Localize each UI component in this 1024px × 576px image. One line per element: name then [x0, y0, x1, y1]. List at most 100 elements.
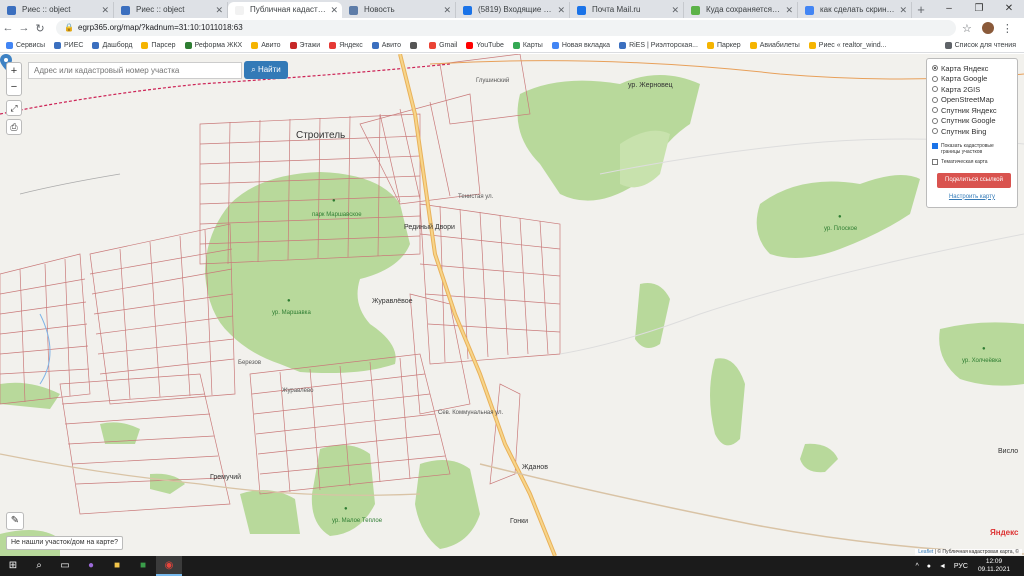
browser-tab[interactable]: Риес :: object ✕	[0, 2, 114, 18]
bookmark-item[interactable]: РИЕС	[54, 41, 83, 49]
minimize-icon[interactable]: –	[934, 0, 964, 18]
tab-close-icon[interactable]: ✕	[899, 2, 907, 18]
tab-close-icon[interactable]: ✕	[443, 2, 451, 18]
zoom-in-button[interactable]: +	[7, 63, 21, 79]
browser-tab[interactable]: Риес :: object ✕	[114, 2, 228, 18]
clock[interactable]: 12:09 09.11.2021	[978, 558, 1010, 574]
reload-icon[interactable]: ↻	[32, 22, 48, 35]
thematic-checkbox[interactable]	[932, 158, 938, 165]
chrome-icon[interactable]: ◉	[156, 556, 182, 576]
bookmark-item[interactable]: Сервисы	[6, 41, 45, 49]
app-icon-purple[interactable]: ●	[78, 556, 104, 576]
bookmark-item[interactable]: Авито	[251, 41, 281, 49]
bookmark-item[interactable]: Новая вкладка	[551, 41, 610, 49]
layer-option[interactable]: Карта 2GIS	[932, 84, 1012, 95]
layer-option-label: Спутник Яндекс	[941, 105, 997, 115]
share-link-button[interactable]: Поделиться ссылкой	[937, 172, 1011, 188]
windows-start-icon[interactable]: ⊞	[0, 556, 26, 576]
layer-radio[interactable]	[932, 65, 938, 72]
bookmark-item[interactable]: Парсер	[141, 41, 176, 49]
print-icon[interactable]: ⎙	[6, 119, 22, 135]
layer-option[interactable]: Спутник Google	[932, 116, 1012, 127]
map-label-sevkom: Сев. Коммунальная ул.	[438, 410, 504, 416]
tray-arrow-icon[interactable]: ^	[915, 563, 918, 570]
bookmark-item[interactable]: Паркер	[706, 41, 741, 49]
layer-radio[interactable]	[932, 107, 938, 114]
cadastral-map[interactable]: Строитель ур. Жерновец ур. Плоское ур. М…	[0, 54, 1024, 556]
layer-option[interactable]: Спутник Яндекс	[932, 105, 1012, 116]
tab-close-icon[interactable]: ✕	[330, 2, 338, 18]
mic-icon[interactable]: ●	[927, 563, 931, 570]
tab-favicon-icon	[577, 6, 586, 15]
close-window-icon[interactable]: ✕	[994, 0, 1024, 18]
browser-tab[interactable]: (5819) Входящие - Почта ✕	[456, 2, 570, 18]
volume-icon[interactable]: ◄	[939, 563, 946, 570]
browser-tab[interactable]: Новость ✕	[342, 2, 456, 18]
system-tray: ^ ● ◄ РУС 12:09 09.11.2021	[907, 558, 1024, 574]
leaflet-link[interactable]: Leaflet	[918, 549, 933, 555]
search-input[interactable]	[28, 62, 242, 79]
map-label-plosky: ур. Плоское	[824, 226, 858, 232]
layer-option[interactable]: Спутник Bing	[932, 126, 1012, 137]
bookmark-item[interactable]: Авиабилеты	[749, 41, 800, 49]
bookmark-item[interactable]: Яндекс	[329, 41, 363, 49]
tab-title: Риес :: object	[22, 5, 71, 14]
browser-tab[interactable]: Почта Mail.ru ✕	[570, 2, 684, 18]
pencil-icon[interactable]: ✎	[6, 512, 24, 530]
avatar[interactable]	[981, 22, 994, 34]
new-tab-button[interactable]: +	[912, 2, 930, 18]
bookmark-item[interactable]: Реформа ЖКХ	[184, 41, 242, 49]
setup-map-link[interactable]: Настроить карту	[932, 194, 1012, 200]
show-cadastral-option[interactable]: Показать кадастровые границы участков	[932, 142, 1012, 155]
bookmark-item[interactable]: Карты	[512, 41, 543, 49]
browser-tab[interactable]: Публичная кадастровая к ✕	[228, 2, 342, 18]
bookmark-favicon-icon	[466, 41, 474, 49]
reading-list[interactable]: Список для чтения	[944, 41, 1016, 49]
task-view-icon[interactable]: ▭	[52, 556, 78, 576]
layer-radio[interactable]	[932, 75, 938, 82]
map-attribution: Leaflet | © Публичная кадастровая карта,…	[915, 549, 1022, 555]
thematic-label: Тематическая карта	[941, 158, 988, 165]
menu-icon[interactable]: ⋮	[1002, 22, 1013, 35]
address-bar[interactable]: 🔒 egrp365.org/map/?kadnum=31:10:1011018:…	[56, 20, 956, 36]
maximize-icon[interactable]: ❐	[964, 0, 994, 18]
tab-close-icon[interactable]: ✕	[215, 2, 223, 18]
zoom-out-button[interactable]: −	[7, 79, 21, 95]
layer-radio[interactable]	[932, 128, 938, 135]
measure-icon[interactable]: ⤢	[6, 100, 22, 116]
search-icon[interactable]: ⌕	[26, 556, 52, 576]
show-cadastral-checkbox[interactable]	[932, 142, 938, 149]
layer-radio[interactable]	[932, 96, 938, 103]
tab-close-icon[interactable]: ✕	[785, 2, 793, 18]
bookmark-item[interactable]: Авито	[371, 41, 401, 49]
bookmark-item[interactable]: RiES | Риэлторская...	[619, 41, 698, 49]
browser-tab[interactable]: Куда сохраняется скрин ✕	[684, 2, 798, 18]
tab-title: Почта Mail.ru	[592, 5, 641, 14]
bookmark-item[interactable]: YouTube	[466, 41, 504, 49]
forward-icon[interactable]: →	[16, 22, 32, 34]
language-indicator[interactable]: РУС	[954, 563, 968, 570]
file-explorer-icon[interactable]: ■	[104, 556, 130, 576]
bookmark-item[interactable]: Риес « realtor_wind...	[808, 41, 887, 49]
search-button[interactable]: ⌕ Найти	[244, 61, 288, 79]
layer-option[interactable]: Карта Google	[932, 74, 1012, 85]
bookmark-item[interactable]	[410, 41, 420, 49]
tab-favicon-icon	[121, 6, 130, 15]
layer-option[interactable]: OpenStreetMap	[932, 95, 1012, 106]
bookmark-item[interactable]: Этажи	[289, 41, 320, 49]
bookmark-item[interactable]: Дашборд	[92, 41, 132, 49]
tab-close-icon[interactable]: ✕	[671, 2, 679, 18]
tab-favicon-icon	[235, 6, 244, 15]
bookmark-item[interactable]: Gmail	[429, 41, 457, 49]
thematic-option[interactable]: Тематическая карта	[932, 158, 1012, 165]
browser-tab[interactable]: как сделать скрин экрана ✕	[798, 2, 912, 18]
back-icon[interactable]: ←	[0, 22, 16, 34]
layer-radio[interactable]	[932, 86, 938, 93]
bookmark-star-icon[interactable]: ☆	[962, 22, 972, 35]
not-found-link[interactable]: Не нашли участок/дом на карте?	[6, 536, 123, 550]
app-icon-green[interactable]: ■	[130, 556, 156, 576]
layer-option[interactable]: Карта Яндекс	[932, 63, 1012, 74]
tab-close-icon[interactable]: ✕	[557, 2, 565, 18]
tab-close-icon[interactable]: ✕	[101, 2, 109, 18]
layer-radio[interactable]	[932, 117, 938, 124]
